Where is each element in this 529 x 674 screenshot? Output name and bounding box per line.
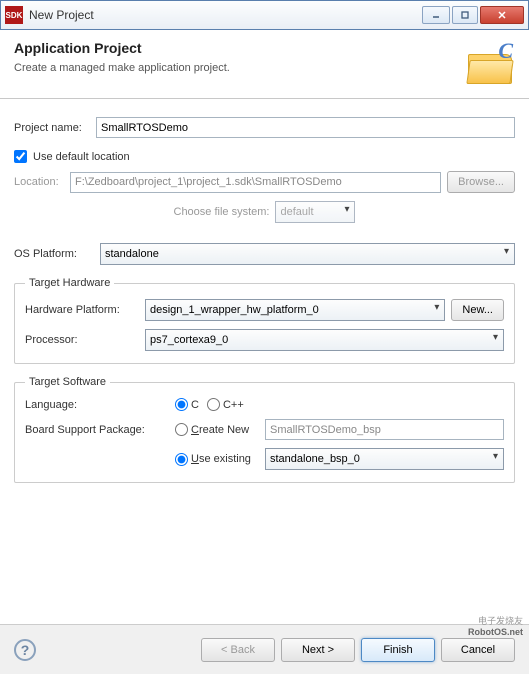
cancel-button[interactable]: Cancel — [441, 638, 515, 662]
help-icon[interactable]: ? — [14, 639, 36, 661]
hardware-platform-label: Hardware Platform: — [25, 304, 145, 316]
bsp-use-existing-select[interactable]: standalone_bsp_0 — [265, 448, 504, 470]
project-name-input[interactable] — [96, 117, 515, 138]
language-c-radio[interactable] — [175, 398, 188, 411]
location-label: Location: — [14, 176, 70, 188]
window-titlebar: SDK New Project — [0, 0, 529, 30]
choose-filesystem-select: default — [275, 201, 355, 223]
language-cpp-radio[interactable] — [207, 398, 220, 411]
close-button[interactable] — [480, 6, 524, 24]
c-project-icon: C — [465, 42, 515, 84]
language-cpp-label: C++ — [223, 399, 244, 411]
target-hardware-legend: Target Hardware — [25, 277, 114, 289]
target-software-group: Target Software Language: C C++ Board Su… — [14, 376, 515, 483]
maximize-button[interactable] — [452, 6, 478, 24]
sdk-icon: SDK — [5, 6, 23, 24]
hardware-platform-select[interactable]: design_1_wrapper_hw_platform_0 — [145, 299, 445, 321]
browse-button: Browse... — [447, 171, 515, 193]
wizard-banner: Application Project Create a managed mak… — [0, 30, 529, 99]
bsp-use-existing-radio[interactable] — [175, 453, 188, 466]
finish-button[interactable]: Finish — [361, 638, 435, 662]
bsp-create-new-radio[interactable] — [175, 423, 188, 436]
processor-select[interactable]: ps7_cortexa9_0 — [145, 329, 504, 351]
bsp-label: Board Support Package: — [25, 424, 175, 436]
language-label: Language: — [25, 399, 175, 411]
bsp-create-new-label: Create New — [191, 424, 265, 436]
location-input — [70, 172, 441, 193]
wizard-button-bar: ? < Back Next > Finish Cancel — [0, 624, 529, 674]
use-default-location-label: Use default location — [33, 151, 130, 163]
processor-label: Processor: — [25, 334, 145, 346]
next-button[interactable]: Next > — [281, 638, 355, 662]
use-default-location-checkbox[interactable] — [14, 150, 27, 163]
os-platform-select[interactable]: standalone — [100, 243, 515, 265]
target-hardware-group: Target Hardware Hardware Platform: desig… — [14, 277, 515, 364]
language-c-label: C — [191, 399, 199, 411]
os-platform-label: OS Platform: — [14, 248, 100, 260]
minimize-button[interactable] — [422, 6, 450, 24]
banner-title: Application Project — [14, 40, 465, 56]
back-button: < Back — [201, 638, 275, 662]
choose-filesystem-label: Choose file system: — [174, 206, 270, 218]
new-hardware-button[interactable]: New... — [451, 299, 504, 321]
banner-description: Create a managed make application projec… — [14, 62, 465, 74]
bsp-use-existing-label: Use existing — [191, 453, 265, 465]
bsp-create-new-input — [265, 419, 504, 440]
project-name-label: Project name: — [14, 122, 96, 134]
target-software-legend: Target Software — [25, 376, 110, 388]
window-title: New Project — [29, 8, 422, 22]
